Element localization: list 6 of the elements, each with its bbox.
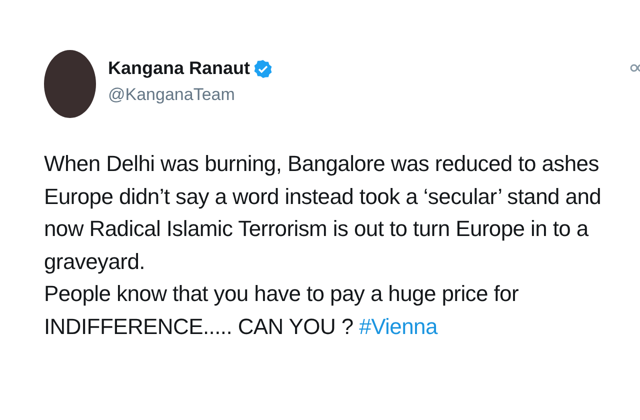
hashtag-link[interactable]: #Vienna (359, 314, 438, 338)
author-name[interactable]: Kangana Ranaut (108, 58, 250, 79)
tweet-text: People know that you have to pay a huge price for INDIFFERENCE..... CAN YOU ? #Vienna (44, 280, 520, 340)
author-handle[interactable]: @KanganaTeam (108, 85, 274, 105)
tweet-text: When Delhi was burning, Bangalore was reduced to ashes Europe didn’t say a word instead took a ‘secular’ stand and now Radical Islamic Terrorism is out to turn Europe in to a graveyard. (44, 150, 602, 276)
more-icon[interactable] (630, 64, 640, 72)
